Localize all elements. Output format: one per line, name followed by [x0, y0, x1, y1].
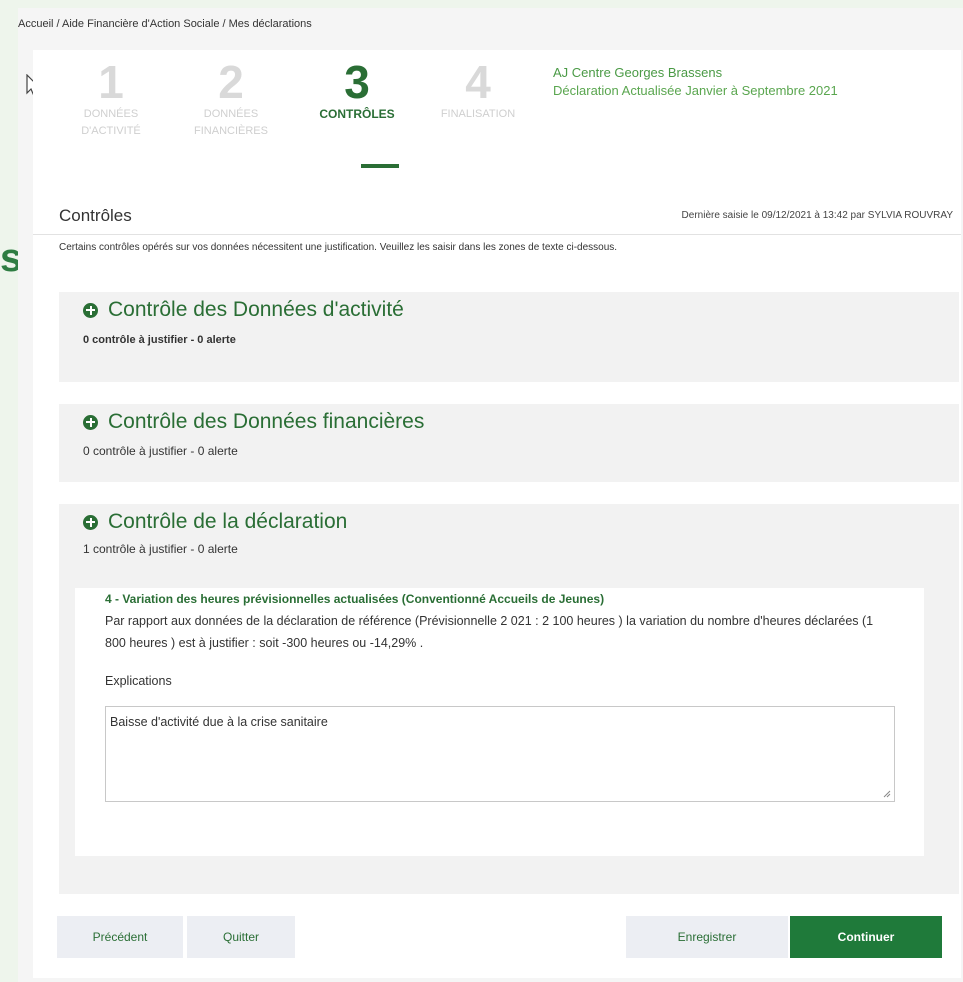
step-3[interactable]: 3 CONTRÔLES — [307, 58, 407, 123]
breadcrumb[interactable]: Accueil / Aide Financière d'Action Socia… — [18, 18, 312, 30]
expand-plus-icon[interactable] — [83, 514, 98, 530]
control-item-title: 4 - Variation des heures prévisionnelles… — [105, 592, 605, 606]
control-block-title: Contrôle des Données financières — [108, 410, 425, 433]
control-block-summary: 0 contrôle à justifier - 0 alerte — [83, 444, 238, 458]
control-block-header[interactable]: Contrôle des Données financières — [83, 410, 424, 434]
organisation-name: AJ Centre Georges Brassens — [553, 65, 723, 80]
control-block-declaration: Contrôle de la déclaration 1 contrôle à … — [59, 504, 959, 894]
declaration-title: Déclaration Actualisée Janvier à Septemb… — [553, 83, 838, 98]
intro-text: Certains contrôles opérés sur vos donnée… — [59, 242, 618, 253]
control-block-header[interactable]: Contrôle de la déclaration — [83, 510, 347, 534]
previous-button[interactable]: Précédent — [57, 916, 183, 958]
step-label: D'ACTIVITÉ — [81, 125, 141, 137]
control-item-text: Par rapport aux données de la déclaratio… — [105, 614, 874, 650]
control-block-summary: 0 contrôle à justifier - 0 alerte — [83, 334, 236, 346]
step-number: 4 — [465, 56, 491, 108]
step-number: 3 — [344, 56, 370, 108]
control-block-header[interactable]: Contrôle des Données d'activité — [83, 298, 404, 322]
step-1[interactable]: 1 DONNÉES D'ACTIVITÉ — [65, 58, 157, 140]
quit-button[interactable]: Quitter — [187, 916, 295, 958]
expand-plus-icon[interactable] — [83, 414, 98, 430]
step-label: DONNÉES — [203, 108, 259, 120]
active-step-indicator — [361, 164, 399, 168]
step-label: DONNÉES — [83, 108, 139, 120]
side-letter: s — [0, 238, 18, 278]
declaration-panel: 1 DONNÉES D'ACTIVITÉ 2 DONNÉES FINANCIÈR… — [33, 50, 961, 978]
step-number: 1 — [98, 56, 124, 108]
divider — [33, 234, 961, 235]
explanations-label: Explications — [105, 674, 172, 688]
control-item: 4 - Variation des heures prévisionnelles… — [75, 588, 924, 856]
step-4[interactable]: 4 FINALISATION — [423, 58, 533, 123]
last-entry-info: Dernière saisie le 09/12/2021 à 13:42 pa… — [681, 210, 953, 221]
step-number: 2 — [218, 56, 244, 108]
continue-button[interactable]: Continuer — [790, 916, 942, 958]
explanations-value: Baisse d'activité due à la crise sanitai… — [110, 715, 328, 729]
control-block-financial: Contrôle des Données financières 0 contr… — [59, 404, 959, 482]
left-background-strip — [0, 0, 18, 982]
expand-plus-icon[interactable] — [83, 302, 98, 318]
section-title: Contrôles — [59, 206, 132, 225]
control-block-title: Contrôle des Données d'activité — [108, 298, 404, 321]
step-label: FINANCIÈRES — [194, 125, 268, 137]
control-block-activity: Contrôle des Données d'activité 0 contrô… — [59, 292, 959, 382]
control-block-summary: 1 contrôle à justifier - 0 alerte — [83, 542, 238, 556]
save-button[interactable]: Enregistrer — [626, 916, 788, 958]
resize-handle-icon[interactable] — [883, 790, 891, 798]
step-2[interactable]: 2 DONNÉES FINANCIÈRES — [179, 58, 283, 140]
explanations-textarea[interactable]: Baisse d'activité due à la crise sanitai… — [105, 706, 895, 802]
step-label: CONTRÔLES — [319, 107, 395, 121]
step-label: FINALISATION — [440, 108, 516, 120]
control-block-title: Contrôle de la déclaration — [108, 510, 348, 533]
declaration-info: AJ Centre Georges Brassens Déclaration A… — [553, 64, 838, 100]
